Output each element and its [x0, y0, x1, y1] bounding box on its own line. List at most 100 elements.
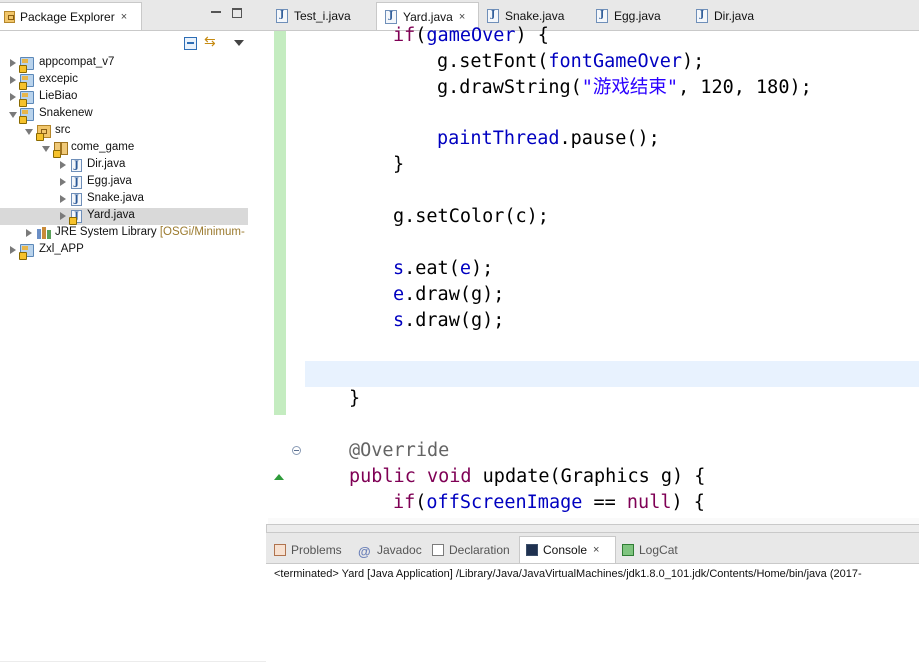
code-token: g.drawString(: [437, 77, 582, 98]
logcat-icon: [622, 543, 634, 556]
tab-dir-java[interactable]: J Dir.java: [688, 2, 788, 30]
tree-item-snake-java[interactable]: J Snake.java: [0, 191, 266, 208]
code-token: , 120, 180);: [678, 77, 812, 98]
code-token: g.setFont(: [437, 51, 549, 72]
java-file-icon: J: [487, 9, 499, 23]
tree-item-dir-java[interactable]: J Dir.java: [0, 157, 266, 174]
project-icon: [19, 108, 34, 124]
package-explorer-tab[interactable]: Package Explorer ×: [0, 2, 142, 30]
expand-icon[interactable]: [60, 212, 66, 220]
code-token: "游戏结束": [581, 77, 679, 98]
tab-test-i-java[interactable]: J Test_i.java: [268, 2, 376, 30]
bottom-panel: Problems @ Javadoc Declaration Console ×…: [266, 532, 919, 662]
code-line[interactable]: s.eat(e);: [393, 258, 493, 280]
close-icon[interactable]: ×: [459, 11, 465, 23]
tree-item-label: Zxl_APP: [39, 243, 84, 255]
tree-item-snakenew[interactable]: Snakenew: [0, 106, 266, 124]
close-icon[interactable]: ×: [593, 544, 599, 556]
tree-item-label: Snake.java: [87, 192, 144, 204]
tab-label: Snake.java: [505, 9, 565, 23]
code-line[interactable]: paintThread.pause();: [437, 128, 660, 150]
tab-label: Declaration: [449, 542, 510, 557]
code-line[interactable]: }: [349, 388, 360, 410]
code-line[interactable]: if(offScreenImage == null) {: [393, 492, 705, 514]
code-token: ) {: [671, 492, 705, 513]
collapse-icon[interactable]: [9, 112, 17, 118]
editor-horizontal-scrollbar[interactable]: [268, 518, 919, 524]
console-output-text[interactable]: <terminated> Yard [Java Application] /Li…: [274, 568, 862, 580]
code-token: (: [415, 492, 427, 513]
override-marker-icon[interactable]: [274, 474, 284, 480]
expand-icon[interactable]: [10, 93, 16, 101]
tree-item-jre-system-library[interactable]: JRE System Library [OSGi/Minimum-: [0, 225, 266, 242]
close-icon[interactable]: ×: [121, 11, 127, 23]
declaration-icon: [432, 543, 444, 556]
code-line[interactable]: g.setFont(fontGameOver);: [437, 51, 704, 73]
console-icon: [526, 544, 538, 556]
code-token: gameOver: [426, 25, 516, 46]
code-line[interactable]: @Override: [349, 440, 449, 462]
tree-item-zxl-app[interactable]: Zxl_APP: [0, 242, 266, 260]
minimize-button[interactable]: [211, 8, 221, 18]
explorer-tab-bar: Package Explorer ×: [0, 0, 266, 31]
expand-icon[interactable]: [26, 229, 32, 237]
code-line[interactable]: e.draw(g);: [393, 284, 504, 306]
tab-console[interactable]: Console ×: [519, 536, 616, 563]
project-icon: [19, 244, 34, 260]
tree-item-decoration: [OSGi/Minimum-: [159, 226, 245, 238]
expand-icon[interactable]: [10, 246, 16, 254]
code-token: update(Graphics g) {: [471, 466, 706, 487]
code-line[interactable]: public void update(Graphics g) {: [349, 466, 705, 488]
warning-icon: [19, 252, 27, 260]
tab-label: Console: [543, 543, 588, 557]
expand-icon[interactable]: [10, 59, 16, 67]
fold-collapse-icon[interactable]: [292, 446, 301, 455]
link-with-editor-icon[interactable]: ⇆: [204, 34, 217, 48]
expand-icon[interactable]: [60, 195, 66, 203]
code-token: (: [415, 25, 427, 46]
editor-tab-bar: J Test_i.java J Yard.java × J Snake.java…: [266, 0, 919, 31]
code-token: ) {: [515, 25, 549, 46]
tab-javadoc[interactable]: @ Javadoc: [352, 536, 426, 563]
java-file-icon: J: [71, 193, 82, 206]
explorer-toolbar: ⇆: [0, 31, 266, 55]
tree-item-appcompat-v7[interactable]: appcompat_v7: [0, 55, 266, 73]
java-file-icon: J: [596, 9, 608, 23]
tree-item-label: LieBiao: [39, 90, 78, 102]
code-line[interactable]: s.draw(g);: [393, 310, 504, 332]
tab-egg-java[interactable]: J Egg.java: [588, 2, 688, 30]
expand-icon[interactable]: [60, 161, 66, 169]
tab-label: Egg.java: [614, 9, 661, 23]
tab-declaration[interactable]: Declaration: [426, 536, 518, 563]
maximize-button[interactable]: [232, 8, 242, 18]
code-line[interactable]: if(gameOver) {: [393, 25, 549, 47]
code-token: if: [393, 492, 416, 513]
tab-label: Test_i.java: [294, 9, 351, 23]
tab-logcat[interactable]: LogCat: [616, 536, 696, 563]
tree-item-excepic[interactable]: excepic: [0, 72, 266, 90]
tree-item-label: Dir.java: [87, 158, 126, 170]
package-explorer-icon: [4, 10, 15, 23]
code-line[interactable]: g.setColor(c);: [393, 206, 549, 228]
code-token: e: [393, 284, 405, 305]
tree-item-come-game[interactable]: come_game: [0, 140, 266, 158]
tree-item-liebiao[interactable]: LieBiao: [0, 89, 266, 107]
tab-label: Problems: [291, 542, 342, 557]
tree-item-yard-java[interactable]: J Yard.java: [0, 208, 248, 225]
code-token: );: [682, 51, 705, 72]
collapse-all-icon[interactable]: [184, 37, 197, 50]
tab-problems[interactable]: Problems: [268, 536, 350, 563]
project-icon: [19, 57, 34, 73]
collapse-icon[interactable]: [42, 146, 50, 152]
code-line[interactable]: g.drawString("游戏结束", 120, 180);: [437, 77, 812, 99]
expand-icon[interactable]: [10, 76, 16, 84]
tree-item-src[interactable]: src: [0, 123, 266, 141]
code-line[interactable]: }: [393, 154, 404, 176]
current-line-highlight: [305, 361, 919, 387]
tree-item-egg-java[interactable]: J Egg.java: [0, 174, 266, 191]
view-menu-icon[interactable]: [234, 40, 244, 46]
library-icon: [37, 227, 51, 240]
expand-icon[interactable]: [60, 178, 66, 186]
project-icon: [19, 74, 34, 90]
collapse-icon[interactable]: [25, 129, 33, 135]
